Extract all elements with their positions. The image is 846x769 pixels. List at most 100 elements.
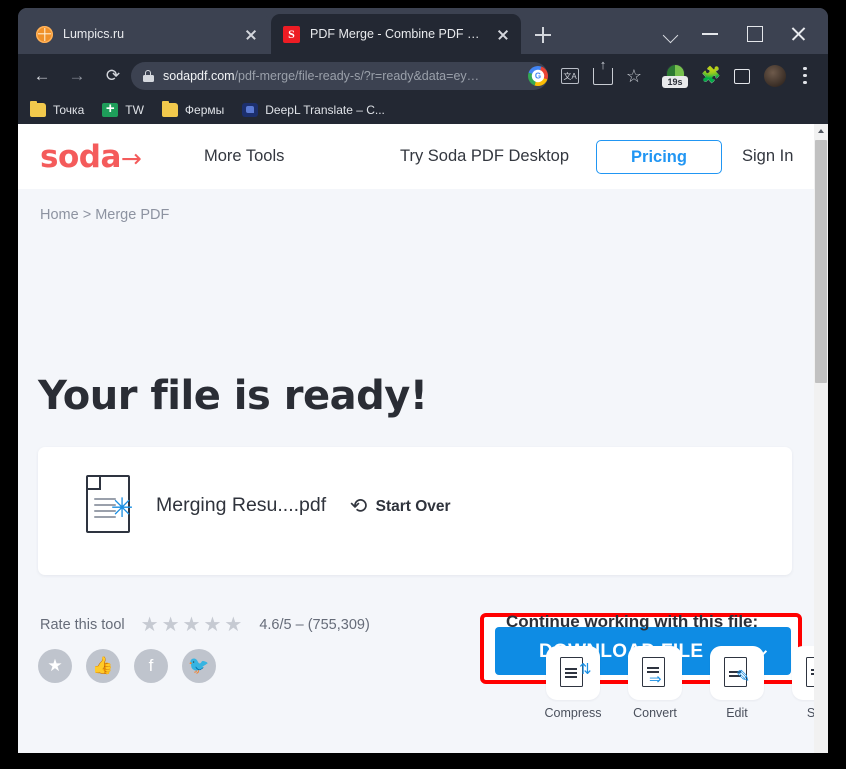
translate-glyph: 文A — [561, 68, 579, 84]
twitter-button[interactable]: 🐦 — [182, 649, 216, 683]
url-domain: sodapdf.com — [163, 69, 235, 83]
forward-glyph: → — [68, 66, 86, 85]
star-icon[interactable]: ★ — [162, 615, 180, 635]
continue-tools-row: ⇅ Compress ⇒ Convert ✎ Edit — [534, 646, 828, 720]
logo-text: soda — [40, 139, 121, 175]
browser-toolbar: ← → ⟳ sodapdf.com/pdf-merge/file-ready-s… — [18, 54, 828, 96]
star-rating[interactable]: ★ ★ ★ ★ ★ — [141, 615, 246, 635]
reload-arrow-icon: ⟳ — [350, 495, 368, 518]
compress-document-icon: ⇅ — [546, 646, 600, 700]
translate-icon[interactable]: 文A — [557, 63, 583, 89]
page-viewport: soda→ More Tools Try Soda PDF Desktop Pr… — [18, 124, 828, 753]
speed-extension-icon[interactable]: 19s — [662, 63, 688, 89]
soda-pdf-icon: S — [283, 25, 300, 43]
star-icon: ★ — [47, 656, 63, 675]
bookmark-fermy[interactable]: Фермы — [161, 100, 225, 117]
continue-working-title: Continue working with this file: — [506, 612, 759, 631]
scrollbar-thumb[interactable] — [815, 140, 827, 383]
nav-sign-in[interactable]: Sign In — [742, 124, 793, 189]
screen-root: Lumpics.ru S PDF Merge - Combine PDF Fil… — [0, 0, 846, 769]
page-scrollbar[interactable] — [814, 124, 828, 753]
back-glyph: ← — [33, 66, 51, 85]
logo-arrow: → — [120, 144, 142, 173]
share-icon[interactable] — [589, 63, 615, 89]
tool-label: Compress — [544, 706, 602, 720]
back-arrow-icon[interactable]: ← — [28, 62, 56, 90]
bookmark-tw[interactable]: TW — [102, 101, 144, 117]
puzzle-glyph: 🧩 — [701, 67, 721, 84]
tab-title: PDF Merge - Combine PDF Files — [310, 27, 487, 41]
window-close-button[interactable] — [776, 17, 820, 49]
browser-tab-lumpics[interactable]: Lumpics.ru — [24, 14, 269, 54]
breadcrumb[interactable]: Home > Merge PDF — [40, 207, 169, 223]
new-tab-button[interactable] — [530, 22, 556, 48]
compress-accent: ⇅ — [579, 661, 592, 678]
bookmark-tochka[interactable]: Точка — [30, 100, 85, 117]
close-icon[interactable] — [241, 24, 261, 44]
lock-icon — [143, 70, 154, 82]
speed-badge: 19s — [662, 76, 688, 88]
browser-window: Lumpics.ru S PDF Merge - Combine PDF Fil… — [18, 8, 828, 753]
star-icon[interactable]: ★ — [203, 615, 221, 635]
chevron-down-icon — [662, 27, 679, 44]
rating-value: 4.6/5 – (755,309) — [259, 617, 370, 633]
nav-more-tools[interactable]: More Tools — [204, 124, 284, 189]
address-bar[interactable]: sodapdf.com/pdf-merge/file-ready-s/?r=re… — [131, 62, 548, 90]
facebook-button[interactable]: f — [134, 649, 168, 683]
pdf-document-sparkle-icon: ✳ — [86, 475, 134, 535]
social-share-row: ★ 👍 f 🐦 — [38, 649, 230, 683]
tool-edit[interactable]: ✎ Edit — [698, 646, 776, 720]
window-maximize-button[interactable] — [732, 17, 776, 49]
like-button[interactable]: 👍 — [86, 649, 120, 683]
sheets-icon — [102, 101, 119, 117]
rate-this-tool-label: Rate this tool — [40, 617, 125, 633]
folder-icon — [161, 100, 178, 117]
chrome-menu-icon[interactable] — [792, 63, 818, 89]
scroll-up-arrow-icon[interactable] — [814, 124, 828, 138]
facebook-icon: f — [148, 656, 154, 675]
bookmark-star-icon[interactable]: ☆ — [621, 63, 647, 89]
profile-avatar-icon[interactable] — [762, 63, 788, 89]
extensions-puzzle-icon[interactable]: 🧩 — [697, 63, 723, 89]
bookmark-label: TW — [125, 103, 144, 117]
star-icon[interactable]: ★ — [224, 615, 242, 635]
edit-document-icon: ✎ — [710, 646, 764, 700]
bookmarks-bar: Точка TW Фермы DeepL Translate – C... — [18, 96, 828, 124]
url-path: /pdf-merge/file-ready-s/?r=ready&data=ey… — [234, 69, 480, 83]
bookmark-label: Фермы — [184, 103, 225, 117]
convert-document-icon: ⇒ — [628, 646, 682, 700]
close-icon[interactable] — [493, 24, 513, 44]
side-panel-icon[interactable] — [729, 63, 755, 89]
start-over-button[interactable]: ⟳ Start Over — [350, 495, 451, 518]
file-name: Merging Resu....pdf — [156, 494, 327, 516]
tool-label: Edit — [726, 706, 748, 720]
bookmark-deepl[interactable]: DeepL Translate – C... — [242, 103, 385, 117]
nav-pricing-button[interactable]: Pricing — [596, 140, 722, 174]
sparkle-glyph: ✳ — [110, 493, 134, 523]
folder-icon — [30, 100, 46, 117]
star-icon[interactable]: ★ — [141, 615, 159, 635]
nav-try-soda-desktop[interactable]: Try Soda PDF Desktop — [400, 124, 569, 189]
thumbs-up-icon: 👍 — [92, 656, 114, 675]
star-glyph: ☆ — [625, 66, 643, 86]
tool-label: Convert — [633, 706, 677, 720]
favorite-button[interactable]: ★ — [38, 649, 72, 683]
reload-icon[interactable]: ⟳ — [99, 62, 127, 90]
tool-convert[interactable]: ⇒ Convert — [616, 646, 694, 720]
start-over-label: Start Over — [375, 498, 451, 515]
forward-arrow-icon[interactable]: → — [63, 62, 91, 90]
google-icon[interactable] — [525, 63, 551, 89]
tool-compress[interactable]: ⇅ Compress — [534, 646, 612, 720]
edit-accent: ✎ — [736, 667, 751, 686]
bookmark-label: DeepL Translate – C... — [265, 103, 385, 117]
tab-strip: Lumpics.ru S PDF Merge - Combine PDF Fil… — [18, 8, 828, 54]
soda-pdf-logo[interactable]: soda→ — [40, 139, 142, 176]
browser-tab-pdf-merge[interactable]: S PDF Merge - Combine PDF Files — [271, 14, 521, 54]
url-text: sodapdf.com/pdf-merge/file-ready-s/?r=re… — [163, 69, 479, 83]
window-minimize-button[interactable] — [688, 17, 732, 49]
page-title: Your file is ready! — [38, 373, 428, 419]
file-result-card: ✳ Merging Resu....pdf ⟳ Start Over DOWNL… — [38, 447, 802, 684]
star-icon[interactable]: ★ — [183, 615, 201, 635]
tab-search-chevron-icon[interactable] — [658, 21, 684, 47]
bookmark-label: Точка — [53, 103, 85, 117]
